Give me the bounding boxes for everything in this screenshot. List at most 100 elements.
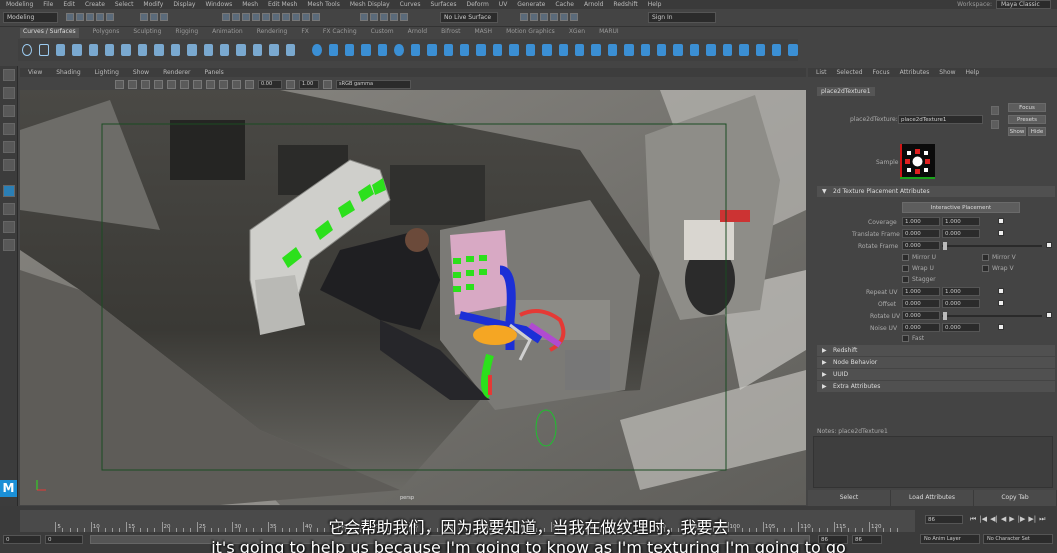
revolve-icon[interactable] [410, 44, 421, 56]
textured-icon[interactable] [154, 79, 163, 89]
repeat-map-icon[interactable] [998, 288, 1004, 294]
paint-select-icon[interactable] [3, 105, 15, 117]
shelf-tab-polygons[interactable]: Polygons [93, 28, 120, 38]
insert-isoparm-icon[interactable] [706, 44, 716, 56]
input-connection-icon[interactable] [991, 106, 999, 115]
wireframe-icon[interactable] [128, 79, 137, 89]
menu-set-dropdown[interactable]: Modeling [3, 12, 58, 23]
menu-help[interactable]: Help [648, 1, 662, 8]
shelf-tab-rigging[interactable]: Rigging [175, 28, 198, 38]
ipr-render-icon[interactable] [530, 13, 538, 21]
grid-icon[interactable] [219, 79, 228, 89]
ae-menu-selected[interactable]: Selected [837, 69, 863, 76]
open-scene-icon[interactable] [76, 13, 84, 21]
mask-deform-icon[interactable] [262, 13, 270, 21]
nurbs-cone-icon[interactable] [361, 44, 371, 56]
section-redshift[interactable]: ▶ Redshift [817, 345, 1055, 356]
repeat-u-field[interactable]: 1.000 [902, 287, 940, 296]
menu-mesh[interactable]: Mesh [242, 1, 258, 8]
exposure-field[interactable]: 0.00 [258, 79, 282, 89]
snap-surface-icon[interactable] [400, 13, 408, 21]
arc-icon[interactable] [104, 44, 115, 56]
surface-fillet-icon[interactable] [542, 44, 552, 56]
mask-dynamics-icon[interactable] [272, 13, 280, 21]
menu-generate[interactable]: Generate [517, 1, 545, 8]
menu-modeling[interactable]: Modeling [6, 1, 33, 8]
nurbs-plane-icon[interactable] [377, 44, 388, 56]
noise-v-field[interactable]: 0.000 [942, 323, 980, 332]
show-button[interactable]: Show [1008, 127, 1026, 136]
resolution-gate-icon[interactable] [232, 79, 241, 89]
shelf-tab-motion-graphics[interactable]: Motion Graphics [506, 28, 555, 38]
presets-button[interactable]: Presets [1008, 115, 1046, 124]
new-scene-icon[interactable] [66, 13, 74, 21]
shadows-icon[interactable] [180, 79, 189, 89]
rotate-uv-map-icon[interactable] [1046, 312, 1052, 318]
coverage-v-field[interactable]: 1.000 [942, 217, 980, 226]
hide-button[interactable]: Hide [1028, 127, 1046, 136]
mask-render-icon[interactable] [282, 13, 290, 21]
rotate-frame-map-icon[interactable] [1046, 242, 1052, 248]
viewport-menu-shading[interactable]: Shading [56, 69, 80, 76]
menu-file[interactable]: File [43, 1, 53, 8]
curve-editing-icon[interactable] [269, 44, 279, 56]
curve-tool-icon[interactable] [137, 44, 148, 56]
planar-icon[interactable] [443, 44, 453, 56]
smooth-shade-icon[interactable] [141, 79, 150, 89]
menu-modify[interactable]: Modify [143, 1, 163, 8]
xray-icon[interactable] [193, 79, 202, 89]
boundary-icon[interactable] [509, 44, 519, 56]
mask-handles-icon[interactable] [222, 13, 230, 21]
offset-curve-icon[interactable] [219, 44, 230, 56]
layout-two-icon[interactable] [3, 221, 15, 233]
shelf-tab-bifrost[interactable]: Bifrost [441, 28, 460, 38]
wrap-u-checkbox[interactable] [902, 265, 909, 272]
sign-in-dropdown[interactable]: Sign In [648, 12, 716, 23]
hierarchy-mode-icon[interactable] [140, 13, 148, 21]
save-scene-icon[interactable] [86, 13, 94, 21]
cv-curve-icon[interactable] [55, 44, 66, 56]
layout-single-icon[interactable] [3, 185, 15, 197]
wrap-v-checkbox[interactable] [982, 265, 989, 272]
rotate-uv-slider-knob[interactable] [943, 312, 947, 320]
mirror-v-checkbox[interactable] [982, 254, 989, 261]
bezier-tool-icon[interactable] [285, 44, 296, 56]
menu-edit[interactable]: Edit [63, 1, 75, 8]
color-management-icon[interactable] [323, 79, 332, 89]
workspace-selector[interactable]: Workspace: Maya Classic [957, 0, 1051, 9]
menu-arnold[interactable]: Arnold [584, 1, 603, 8]
camera-icon[interactable] [115, 79, 124, 89]
extend-curve-icon[interactable] [203, 44, 213, 56]
mask-curves-icon[interactable] [242, 13, 250, 21]
ae-menu-focus[interactable]: Focus [873, 69, 890, 76]
menu-mesh-display[interactable]: Mesh Display [350, 1, 390, 8]
section-2d-texture-placement[interactable]: ▼ 2d Texture Placement Attributes [817, 186, 1055, 197]
rotate-tool-icon[interactable] [3, 141, 15, 153]
birail-icon[interactable] [476, 44, 486, 56]
ae-menu-help[interactable]: Help [965, 69, 979, 76]
redo-icon[interactable] [106, 13, 114, 21]
gamma-icon[interactable] [286, 79, 295, 89]
loft-icon[interactable] [427, 44, 437, 56]
coverage-u-field[interactable]: 1.000 [902, 217, 940, 226]
output-connection-icon[interactable] [991, 120, 999, 129]
menu-select[interactable]: Select [115, 1, 134, 8]
stitch-icon[interactable] [788, 44, 798, 56]
arnold-render-icon[interactable] [560, 13, 568, 21]
rebuild-surface-icon[interactable] [657, 44, 667, 56]
tab-place2dtexture[interactable]: place2dTexture1 [817, 87, 875, 96]
mask-joints-icon[interactable] [232, 13, 240, 21]
mask-surfaces-icon[interactable] [252, 13, 260, 21]
noise-map-icon[interactable] [998, 324, 1004, 330]
attach-surfaces-icon[interactable] [624, 44, 634, 56]
translate-v-field[interactable]: 0.000 [942, 229, 980, 238]
mask-misc-icon[interactable] [292, 13, 300, 21]
undo-icon[interactable] [96, 13, 104, 21]
copy-tab-button[interactable]: Copy Tab [974, 490, 1057, 506]
rotate-frame-slider-knob[interactable] [943, 242, 947, 250]
add-points-icon[interactable] [252, 44, 263, 56]
viewport-persp[interactable]: persp [20, 90, 806, 505]
shelf-tab-fx[interactable]: FX [301, 28, 309, 38]
interactive-placement-button[interactable]: Interactive Placement [902, 202, 1020, 213]
viewport-menu-renderer[interactable]: Renderer [163, 69, 190, 76]
